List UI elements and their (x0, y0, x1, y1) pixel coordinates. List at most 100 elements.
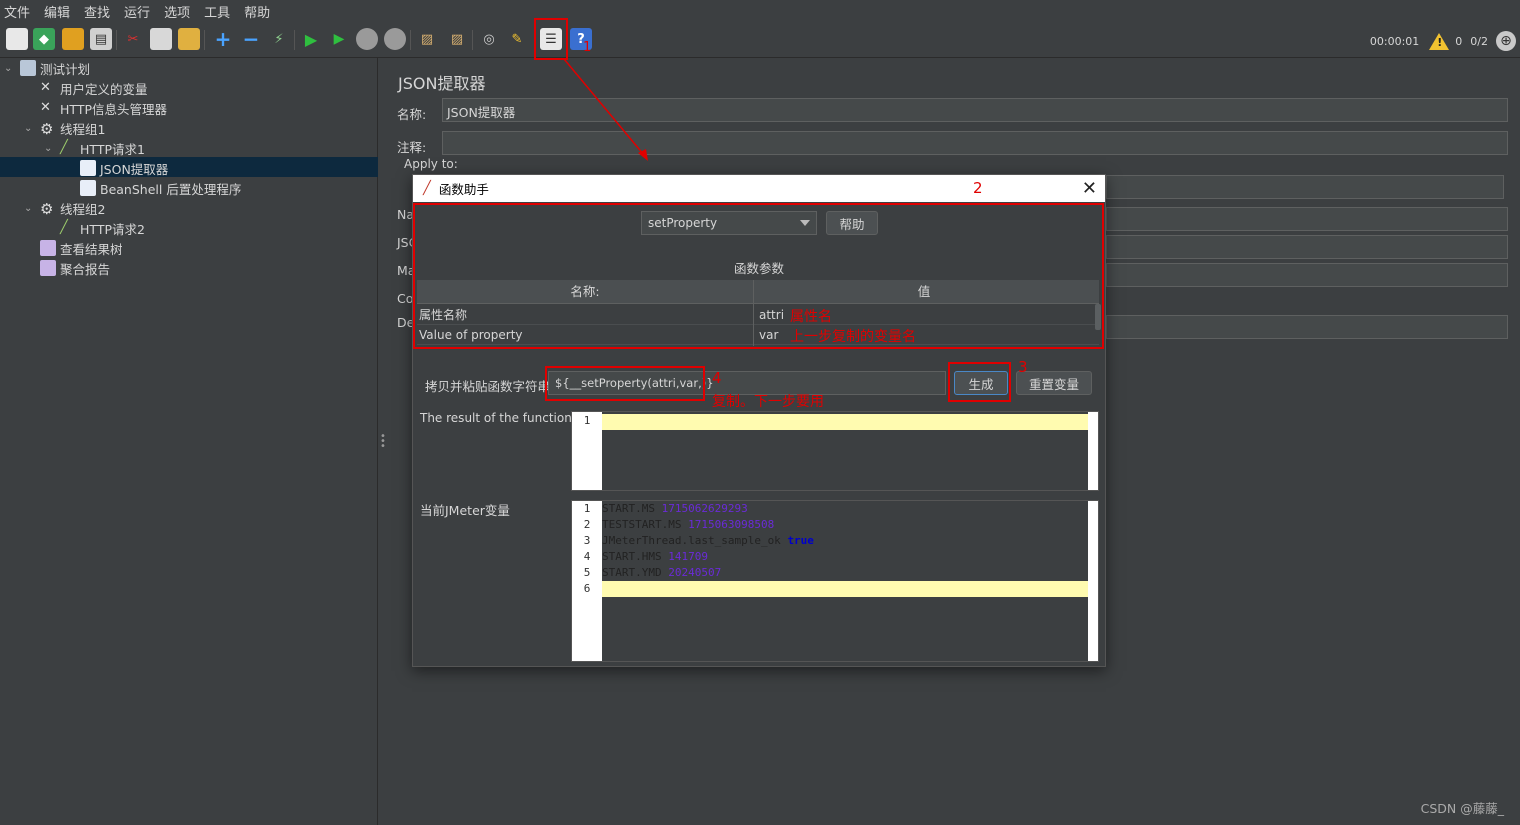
stop-icon[interactable] (356, 28, 378, 50)
reset-search-icon[interactable]: ✎ (506, 28, 528, 50)
toolbar: ◆ ▤ ✂ + − ⚡ ▶ ▶ ▨ ▨ ◎ ✎ ☰ ? 00:00:01 0 0… (0, 22, 1520, 58)
dialog-titlebar: ╱ 函数助手 ✕ (413, 175, 1105, 202)
match-no-field[interactable] (1106, 263, 1508, 287)
variable-line: JMeterThread.last_sample_ok true (602, 534, 814, 547)
line-number: 4 (583, 550, 591, 563)
tree-node-results-tree[interactable]: 查看结果树 (40, 238, 123, 258)
annotation-box-toolbar (534, 18, 568, 60)
variable-key: JMeterThread.last_sample_ok (602, 534, 788, 547)
tree-node-json-extractor[interactable]: JSON提取器 (80, 158, 168, 178)
tree-node-http-header[interactable]: ✕ HTTP信息头管理器 (40, 98, 167, 118)
paste-icon[interactable] (178, 28, 200, 50)
menu-run[interactable]: 运行 (124, 2, 150, 21)
variable-key: START.MS (602, 502, 662, 515)
feather-icon: ╱ (423, 181, 431, 196)
search-icon[interactable]: ◎ (478, 28, 500, 50)
menu-edit[interactable]: 编辑 (44, 2, 70, 21)
thread-count: 0/2 (1470, 34, 1488, 48)
shutdown-icon[interactable] (384, 28, 406, 50)
templates-icon[interactable]: ◆ (33, 28, 55, 50)
tree-node-group1[interactable]: ⌄ ⚙ 线程组1 (24, 118, 105, 138)
expand-arrow-icon[interactable]: ⌄ (44, 143, 56, 154)
tree-node-http2[interactable]: ╱ HTTP请求2 (60, 218, 145, 238)
name-label: 名称: (397, 107, 427, 122)
document-icon (80, 160, 96, 176)
annotation-number: 4 (712, 369, 722, 387)
dialog-title: 函数助手 (438, 182, 489, 197)
result-editor[interactable]: 1 (571, 411, 1099, 491)
line-number: 2 (583, 518, 591, 531)
editor-scrollbar[interactable] (1088, 412, 1098, 490)
variable-names-field[interactable] (1106, 207, 1508, 231)
test-plan-tree: ⌄ 测试计划 ✕ 用户定义的变量 ✕ HTTP信息头管理器 ⌄ ⚙ 线程组1 ⌄… (0, 58, 378, 825)
tree-label: BeanShell 后置处理程序 (100, 181, 242, 197)
start-no-pause-icon[interactable]: ▶ (328, 28, 350, 50)
expand-arrow-icon[interactable]: ⌄ (24, 123, 36, 134)
menu-tools[interactable]: 工具 (204, 2, 230, 21)
annotation-number: 3 (1018, 358, 1028, 376)
warning-icon[interactable] (1429, 32, 1450, 50)
editor-scrollbar[interactable] (1088, 501, 1098, 661)
tree-node-aggregate[interactable]: 聚合报告 (40, 258, 110, 278)
tree-node-user-vars[interactable]: ✕ 用户定义的变量 (40, 78, 148, 98)
collapse-icon[interactable]: − (240, 27, 262, 51)
default-value-field[interactable] (1106, 315, 1508, 339)
jmeter-vars-label: 当前JMeter变量 (420, 503, 510, 518)
annotation-var-note: 上一步复制的变量名 (790, 329, 916, 345)
tree-label: 测试计划 (40, 61, 91, 77)
line-number: 5 (583, 566, 591, 579)
warning-count: 0 (1455, 34, 1463, 48)
pipette-icon: ╱ (60, 220, 68, 235)
tree-node-group2[interactable]: ⌄ ⚙ 线程组2 (24, 198, 105, 218)
expand-arrow-icon[interactable]: ⌄ (4, 63, 16, 74)
menu-search[interactable]: 查找 (84, 2, 110, 21)
chart-icon (40, 260, 56, 276)
apply-to-field[interactable] (1106, 175, 1504, 199)
wrench-icon: ✕ (40, 80, 51, 95)
menu-bar: 文件 编辑 查找 运行 选项 工具 帮助 (0, 0, 1520, 22)
expand-arrow-icon[interactable]: ⌄ (24, 203, 36, 214)
menu-help[interactable]: 帮助 (244, 2, 270, 21)
annotation-number: 2 (973, 179, 983, 197)
json-path-field[interactable] (1106, 235, 1508, 259)
tree-node-test-plan[interactable]: ⌄ 测试计划 (4, 58, 90, 78)
copy-string-label: 拷贝并粘贴函数字符串 (425, 379, 551, 394)
variables-editor[interactable]: 1 START.MS 1715062629293 2 TESTSTART.MS … (571, 500, 1099, 662)
tree-node-http1[interactable]: ⌄ ╱ HTTP请求1 (44, 138, 145, 158)
copy-icon[interactable] (150, 28, 172, 50)
remote-icon[interactable]: ⊕ (1496, 31, 1516, 51)
gear-icon: ⚙ (40, 120, 54, 138)
save-icon[interactable]: ▤ (90, 28, 112, 50)
tree-label: HTTP请求1 (80, 141, 145, 157)
menu-options[interactable]: 选项 (164, 2, 190, 21)
annotation-copy-note: 复制。下一步要用 (712, 394, 824, 410)
clear-icon[interactable]: ▨ (416, 28, 438, 50)
open-icon[interactable] (62, 28, 84, 50)
wrench-icon: ✕ (40, 100, 51, 115)
annotation-box-params (413, 203, 1104, 349)
compute-label: Co (397, 291, 414, 306)
selection-highlight (0, 157, 378, 177)
clear-all-icon[interactable]: ▨ (446, 28, 468, 50)
comment-label: 注释: (397, 140, 427, 155)
pipette-icon: ╱ (60, 140, 68, 155)
variable-value: true (787, 534, 814, 547)
tree-node-beanshell[interactable]: BeanShell 后置处理程序 (80, 178, 241, 198)
tree-label: 线程组1 (60, 121, 106, 137)
current-line-highlight (602, 414, 1090, 430)
start-icon[interactable]: ▶ (300, 28, 322, 50)
new-icon[interactable] (6, 28, 28, 50)
annotation-number: 1 (583, 40, 592, 55)
current-line-highlight (602, 581, 1090, 597)
annotation-attr-note: 属性名 (790, 309, 832, 325)
menu-file[interactable]: 文件 (4, 2, 30, 21)
cut-icon[interactable]: ✂ (122, 28, 144, 50)
expand-icon[interactable]: + (212, 27, 234, 51)
apply-to-label: Apply to: (404, 157, 458, 171)
variable-value: 141709 (668, 550, 708, 563)
tree-label: 线程组2 (60, 201, 106, 217)
panel-title: JSON提取器 (398, 74, 486, 93)
toggle-icon[interactable]: ⚡ (268, 28, 290, 50)
close-icon[interactable]: ✕ (1082, 178, 1097, 199)
variable-value: 1715062629293 (661, 502, 748, 515)
